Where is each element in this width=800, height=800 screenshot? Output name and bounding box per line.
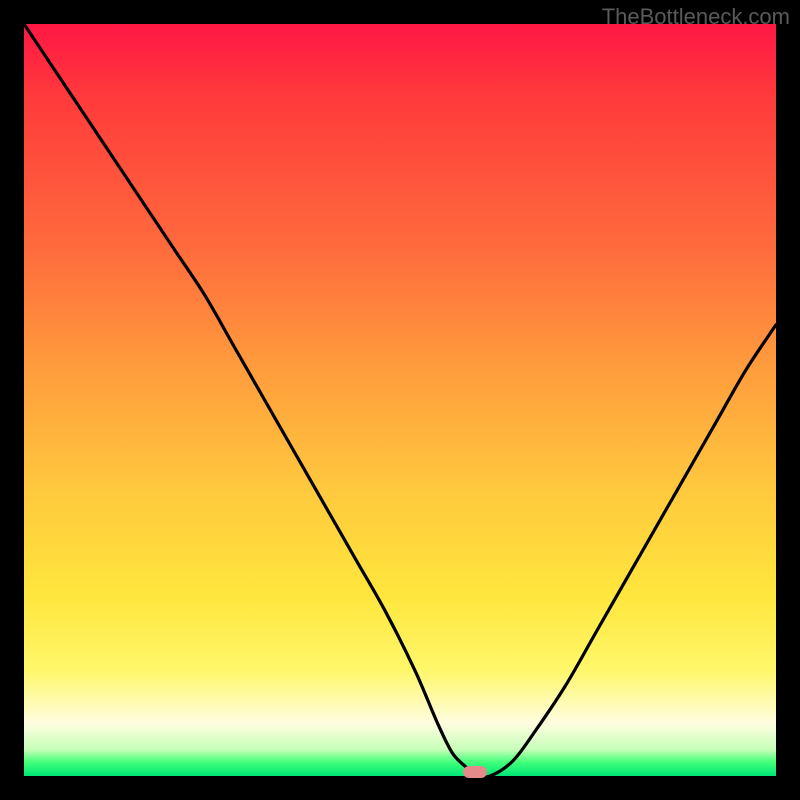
minimum-marker (463, 766, 487, 778)
bottleneck-curve (24, 24, 776, 776)
chart-frame: TheBottleneck.com (0, 0, 800, 800)
plot-area (24, 24, 776, 776)
watermark-text: TheBottleneck.com (602, 4, 790, 30)
